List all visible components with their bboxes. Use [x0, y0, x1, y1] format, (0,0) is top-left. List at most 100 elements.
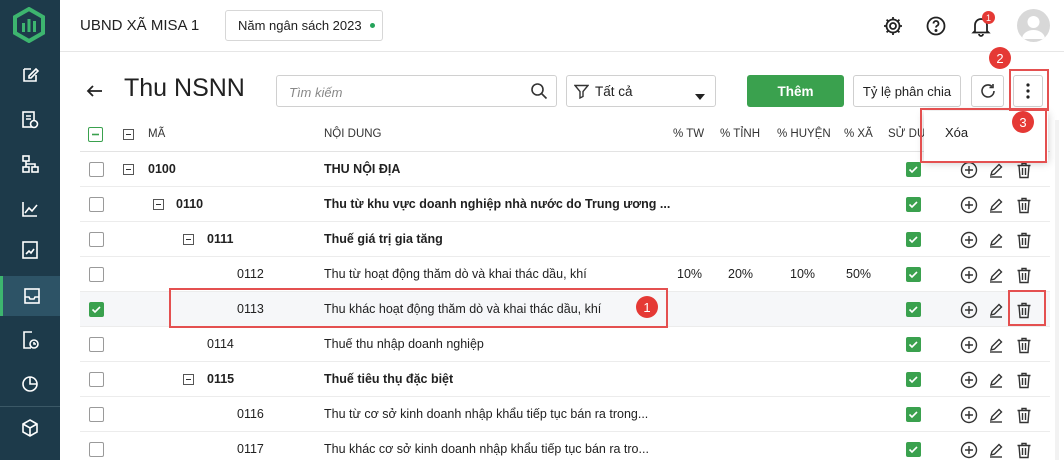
gear-icon[interactable] [881, 14, 905, 38]
pencil-icon[interactable] [986, 440, 1006, 460]
trash-icon[interactable] [1014, 195, 1034, 215]
collapse-all-toggle[interactable] [123, 129, 134, 140]
collapse-toggle[interactable] [153, 199, 164, 210]
plus-circle-icon[interactable] [959, 440, 979, 460]
misa-logo-icon[interactable] [10, 6, 48, 44]
marker-1: 1 [636, 296, 658, 318]
budget-year-selector[interactable]: Năm ngân sách 2023 [225, 10, 383, 41]
filter-dropdown[interactable]: Tất cả [566, 75, 716, 107]
table-row[interactable]: 0100 THU NỘI ĐỊA [80, 152, 1050, 187]
row-checkbox[interactable] [89, 442, 104, 457]
row-checkbox[interactable] [89, 302, 104, 317]
table-row[interactable]: 0115 Thuế tiêu thụ đặc biệt [80, 362, 1050, 397]
in-use-checkbox[interactable] [906, 442, 921, 457]
trash-icon[interactable] [1014, 300, 1034, 320]
plus-circle-icon[interactable] [959, 370, 979, 390]
nav-pie-icon[interactable] [0, 364, 60, 404]
collapse-toggle[interactable] [123, 164, 134, 175]
cell-huyen: 10% [790, 267, 816, 281]
trash-icon[interactable] [1014, 405, 1034, 425]
select-all-checkbox[interactable] [88, 127, 103, 142]
pencil-icon[interactable] [986, 405, 1006, 425]
in-use-checkbox[interactable] [906, 372, 921, 387]
cell-content: Thu khác hoạt động thăm dò và khai thác … [324, 302, 602, 316]
table-row[interactable]: 0116 Thu từ cơ sở kinh doanh nhập khẩu ti… [80, 397, 1050, 432]
in-use-checkbox[interactable] [906, 232, 921, 247]
search-input[interactable] [289, 82, 519, 102]
cell-code: 0110 [176, 197, 204, 211]
refresh-icon[interactable] [971, 75, 1004, 107]
table-row[interactable]: 0117 Thu khác cơ sở kinh doanh nhập khẩu … [80, 432, 1050, 460]
help-icon[interactable] [924, 14, 948, 38]
trash-icon[interactable] [1014, 230, 1034, 250]
arrow-left-icon[interactable] [84, 80, 106, 102]
ratio-button[interactable]: Tỷ lệ phân chia [853, 75, 961, 107]
add-button[interactable]: Thêm [747, 75, 844, 107]
nav-chart-icon[interactable] [0, 189, 60, 229]
cell-code: 0117 [237, 442, 264, 456]
cell-tinh: 20% [728, 267, 754, 281]
plus-circle-icon[interactable] [959, 160, 979, 180]
vertical-scrollbar[interactable] [1055, 120, 1059, 460]
row-checkbox[interactable] [89, 372, 104, 387]
row-checkbox[interactable] [89, 232, 104, 247]
in-use-checkbox[interactable] [906, 337, 921, 352]
row-checkbox[interactable] [89, 267, 104, 282]
search-icon[interactable] [530, 82, 548, 103]
collapse-toggle[interactable] [183, 374, 194, 385]
in-use-checkbox[interactable] [906, 302, 921, 317]
nav-edit-icon[interactable] [0, 55, 60, 95]
row-checkbox[interactable] [89, 337, 104, 352]
pencil-icon[interactable] [986, 300, 1006, 320]
chevron-down-icon [695, 89, 705, 103]
pencil-icon[interactable] [986, 265, 1006, 285]
pencil-icon[interactable] [986, 370, 1006, 390]
nav-report-icon[interactable] [0, 230, 60, 270]
pencil-icon[interactable] [986, 335, 1006, 355]
delete-menu-item[interactable]: Xóa [945, 125, 968, 140]
nav-inbox-icon[interactable] [0, 276, 60, 316]
header-code: MÃ [148, 128, 166, 140]
row-checkbox[interactable] [89, 197, 104, 212]
more-vertical-icon[interactable] [1013, 75, 1043, 107]
pencil-icon[interactable] [986, 230, 1006, 250]
marker-2: 2 [989, 47, 1011, 69]
header-content: NỘI DUNG [324, 128, 382, 140]
plus-circle-icon[interactable] [959, 195, 979, 215]
trash-icon[interactable] [1014, 370, 1034, 390]
nav-cube-icon[interactable] [0, 408, 60, 448]
cell-code: 0112 [237, 267, 264, 281]
table-row[interactable]: 0111 Thuế giá trị gia tăng [80, 222, 1050, 257]
plus-circle-icon[interactable] [959, 265, 979, 285]
in-use-checkbox[interactable] [906, 267, 921, 282]
table-row[interactable]: 0114 Thuế thu nhập doanh nghiệp [80, 327, 1050, 362]
trash-icon[interactable] [1014, 335, 1034, 355]
cell-content: Thu khác cơ sở kinh doanh nhập khẩu tiếp… [324, 442, 649, 456]
sidebar-divider [0, 406, 60, 407]
plus-circle-icon[interactable] [959, 300, 979, 320]
trash-icon[interactable] [1014, 265, 1034, 285]
table-row[interactable]: 0112 Thu từ hoạt động thăm dò và khai thá… [80, 257, 1050, 292]
cell-content: Thu từ hoạt động thăm dò và khai thác dầ… [324, 267, 587, 281]
in-use-checkbox[interactable] [906, 407, 921, 422]
trash-icon[interactable] [1014, 440, 1034, 460]
in-use-checkbox[interactable] [906, 197, 921, 212]
pencil-icon[interactable] [986, 195, 1006, 215]
collapse-toggle[interactable] [183, 234, 194, 245]
header-huyen: % HUYỆN [777, 128, 831, 140]
pencil-icon[interactable] [986, 160, 1006, 180]
row-checkbox[interactable] [89, 407, 104, 422]
table-row[interactable]: 0113 Thu khác hoạt động thăm dò và khai t… [80, 292, 1050, 327]
plus-circle-icon[interactable] [959, 335, 979, 355]
plus-circle-icon[interactable] [959, 405, 979, 425]
trash-icon[interactable] [1014, 160, 1034, 180]
bell-icon[interactable]: 1 [969, 11, 995, 38]
nav-history-icon[interactable] [0, 320, 60, 360]
in-use-checkbox[interactable] [906, 162, 921, 177]
avatar[interactable] [1017, 9, 1050, 42]
plus-circle-icon[interactable] [959, 230, 979, 250]
row-checkbox[interactable] [89, 162, 104, 177]
table-row[interactable]: 0110 Thu từ khu vực doanh nghiệp nhà nước… [80, 187, 1050, 222]
nav-hierarchy-icon[interactable] [0, 144, 60, 184]
nav-budget-icon[interactable] [0, 100, 60, 140]
